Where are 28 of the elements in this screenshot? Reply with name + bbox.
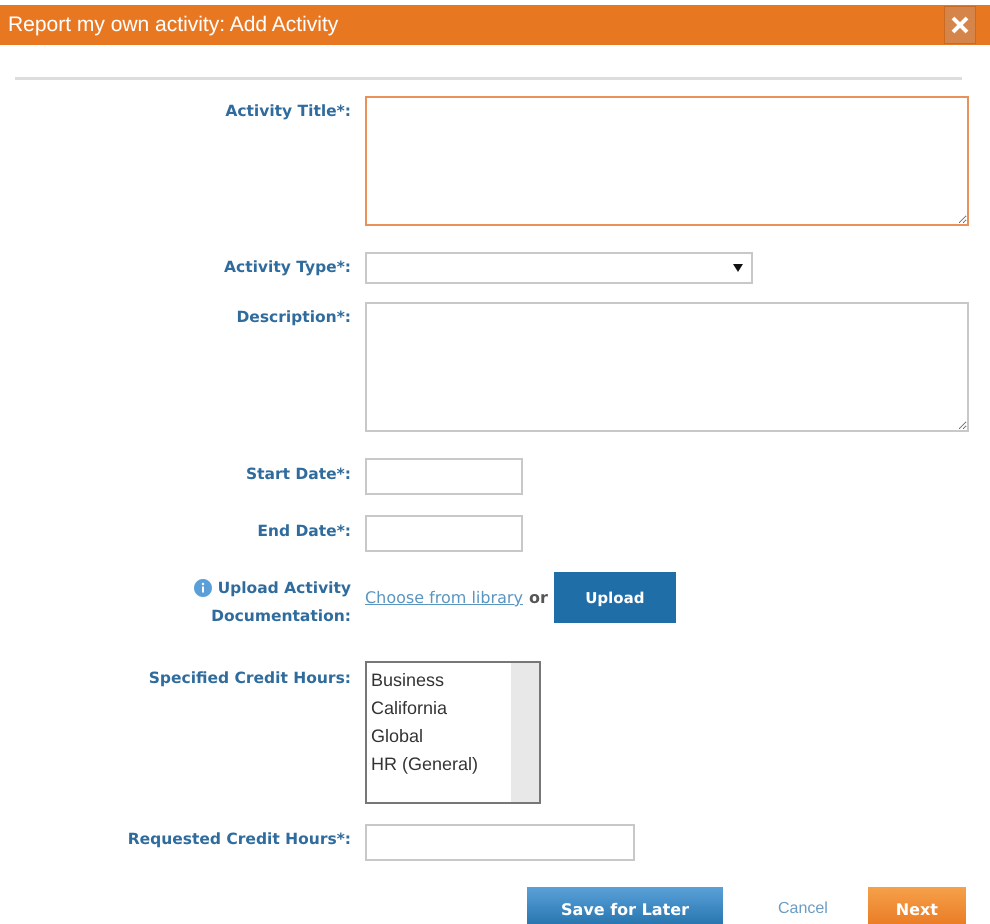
- list-option[interactable]: Business: [371, 666, 507, 694]
- field-label: Activity Type*:: [224, 258, 351, 276]
- text-area[interactable]: [365, 302, 969, 432]
- field-label: Requested Credit Hours*:: [128, 830, 351, 848]
- caret-icon: [733, 264, 743, 272]
- activity-type-dropdown[interactable]: [365, 252, 753, 284]
- list-option[interactable]: California: [371, 694, 507, 722]
- text-field[interactable]: [365, 824, 635, 861]
- list-option[interactable]: Global: [371, 722, 507, 750]
- upload-button[interactable]: Upload: [554, 572, 676, 623]
- dialog-title: Report my own activity: Add Activity: [8, 13, 338, 37]
- field-label: End Date*:: [257, 522, 351, 540]
- text-area[interactable]: [365, 96, 969, 226]
- or-text: or: [528, 588, 548, 607]
- date-field[interactable]: [365, 515, 523, 552]
- field-label: Specified Credit Hours:: [148, 669, 351, 687]
- list-option[interactable]: HR (General): [371, 750, 507, 778]
- field-label: Activity Title*:: [225, 102, 351, 120]
- field-label: Upload Activity: [218, 578, 351, 599]
- close-button[interactable]: [944, 6, 976, 44]
- field-label: Start Date*:: [246, 465, 351, 483]
- date-field[interactable]: [365, 458, 523, 495]
- close-icon: [951, 16, 969, 34]
- info-icon[interactable]: [194, 579, 212, 597]
- field-label: Description*:: [236, 308, 351, 326]
- save-button[interactable]: Save for Later: [527, 887, 723, 924]
- field-label: Documentation:: [211, 606, 351, 627]
- credit-hours-list[interactable]: Business California Global HR (General): [365, 661, 541, 804]
